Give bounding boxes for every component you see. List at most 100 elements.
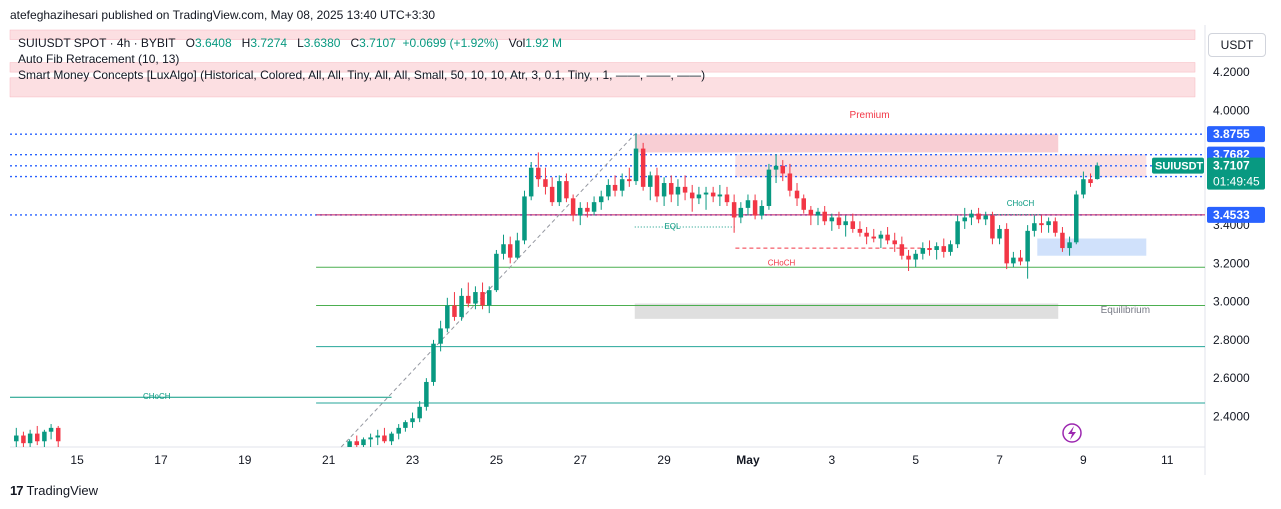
candle-29	[501, 234, 506, 260]
candle-105	[1032, 215, 1037, 237]
candle-body	[522, 196, 527, 241]
candle-body	[780, 165, 786, 174]
candle-body	[585, 207, 590, 212]
candle-108	[1053, 217, 1058, 237]
candle-72	[801, 194, 806, 214]
annotation-4: CHoCH	[143, 392, 171, 401]
candle-14	[396, 424, 401, 440]
candle-body	[354, 441, 360, 446]
candle-74	[815, 207, 821, 226]
candle-24	[466, 282, 471, 308]
candle-body	[347, 441, 352, 447]
candle-body	[675, 186, 681, 195]
candle-55	[682, 175, 688, 201]
candle-body	[627, 179, 632, 182]
annotation-5: Equilibrium	[1101, 305, 1150, 316]
candles	[14, 133, 1100, 447]
x-tick-6: 27	[574, 453, 588, 467]
candle-96	[969, 209, 974, 226]
y-tick-7: 2.4000	[1213, 409, 1250, 423]
candle-body	[480, 292, 485, 306]
y-tick-1: 4.0000	[1213, 103, 1250, 117]
candle-22	[452, 292, 457, 321]
candle-28	[494, 249, 499, 293]
candle-93	[948, 240, 953, 256]
candle-78	[843, 215, 848, 237]
x-tick-7: 29	[657, 453, 671, 467]
candle-body	[997, 228, 1002, 239]
footer-brand[interactable]: 17 TradingView	[10, 483, 98, 498]
candle-50	[648, 171, 653, 201]
candle-59	[710, 186, 716, 203]
candle-60	[717, 184, 723, 206]
candle-body	[1018, 257, 1023, 262]
lightning-icon[interactable]	[1062, 423, 1082, 443]
candle-32	[522, 190, 527, 245]
candle-body	[487, 290, 492, 306]
annotations: Premium EQL CHoCH CHoCH CHoCH Equilibrium	[143, 110, 1150, 401]
candle-body	[459, 295, 464, 317]
symbol-label[interactable]: SUIUSDT SPOT · 4h · BYBIT	[18, 36, 176, 50]
candle-43	[598, 190, 604, 210]
candle-body	[913, 253, 918, 260]
candle-body	[766, 169, 772, 206]
y-tick-4: 3.0000	[1213, 295, 1250, 309]
candle-79	[850, 213, 856, 233]
candle-42	[591, 196, 597, 216]
x-tick-0: 15	[70, 453, 84, 467]
candle-body	[969, 213, 974, 218]
candle-91	[934, 242, 939, 260]
candle-23	[459, 288, 464, 321]
price-label-text: 3.4533	[1213, 208, 1250, 222]
last-price-text: 3.7107	[1213, 159, 1250, 173]
x-tick-11: 7	[996, 453, 1003, 467]
currency-button[interactable]: USDT	[1208, 33, 1266, 57]
candle-body	[21, 435, 26, 444]
candle-body	[549, 186, 555, 203]
zones	[634, 134, 1147, 319]
candle-67	[766, 163, 772, 210]
candle-body	[934, 246, 939, 250]
time-axis: 15 17 19 21 23 25 27 29 May 3 5 7 9 11	[70, 453, 1173, 467]
candle-body	[570, 198, 576, 216]
price-axis: 4.20004.00003.40003.20003.00002.80002.60…	[1213, 65, 1250, 423]
candle-94	[955, 215, 960, 249]
candle-27	[487, 286, 492, 314]
candle-body	[424, 381, 429, 407]
candle-88	[913, 249, 918, 268]
candle-body	[661, 183, 667, 197]
candle-13	[389, 431, 394, 446]
candle-17	[417, 401, 422, 423]
candle-body	[35, 433, 40, 442]
candle-body	[612, 184, 618, 191]
candle-body	[438, 328, 443, 344]
candle-body	[403, 422, 408, 428]
candle-body	[494, 253, 499, 291]
candle-98	[983, 211, 988, 226]
candle-body	[864, 232, 869, 237]
indicator-smc[interactable]: Smart Money Concepts [LuxAlgo] (Historic…	[18, 67, 705, 83]
candle-body	[724, 194, 730, 203]
candle-body	[955, 221, 960, 245]
y-tick-6: 2.6000	[1213, 371, 1250, 385]
candle-body	[1004, 228, 1009, 264]
candle-107	[1046, 217, 1051, 233]
indicator-fib[interactable]: Auto Fib Retracement (10, 13)	[18, 51, 705, 67]
candle-103	[1018, 249, 1023, 266]
candle-7	[347, 439, 352, 447]
open-label: O	[185, 36, 195, 50]
candle-body	[591, 202, 597, 212]
candle-body	[899, 244, 905, 256]
candle-body	[920, 248, 926, 254]
candle-81	[864, 227, 869, 245]
candle-body	[976, 213, 981, 220]
candle-58	[703, 186, 709, 210]
candle-19	[431, 339, 436, 386]
candle-3	[35, 425, 40, 446]
candle-61	[724, 186, 730, 206]
candle-body	[466, 295, 471, 304]
candle-body	[619, 179, 625, 191]
candle-body	[822, 211, 827, 222]
candle-body	[1081, 179, 1086, 195]
candle-body	[710, 192, 716, 197]
